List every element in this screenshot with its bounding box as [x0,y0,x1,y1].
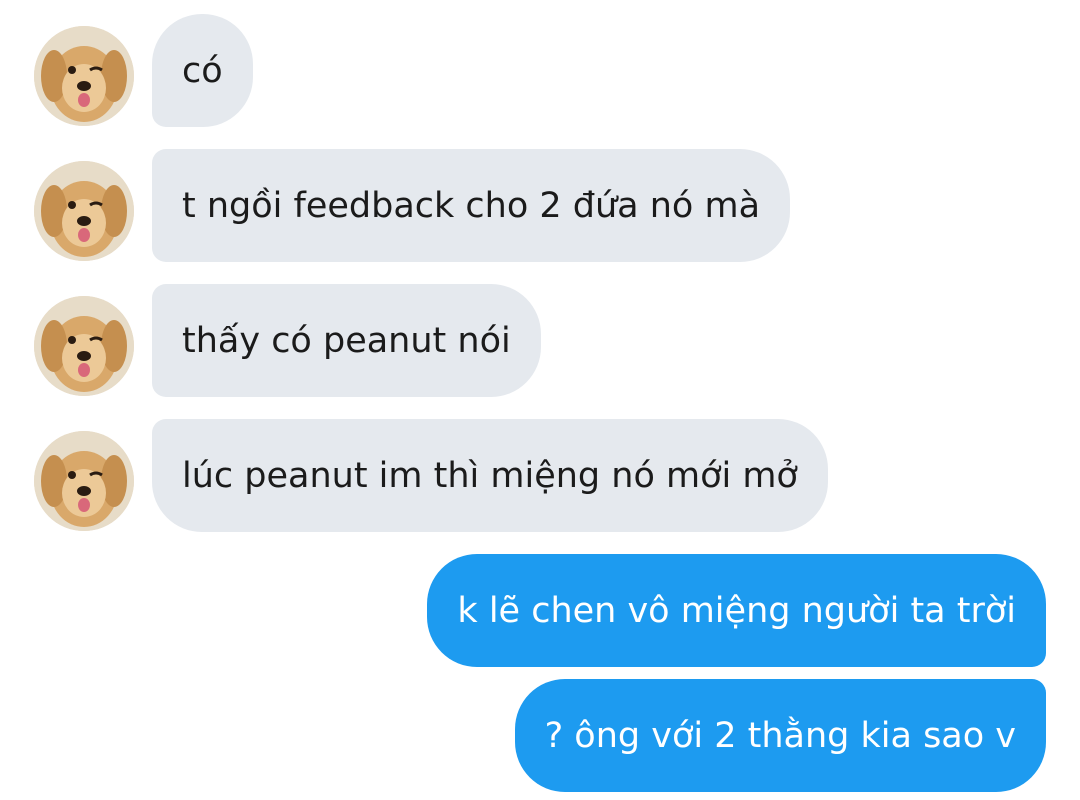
message-bubble-incoming[interactable]: lúc peanut im thì miệng nó mới mở [152,419,828,532]
message-bubble-outgoing[interactable]: k lẽ chen vô miệng người ta trời [427,554,1046,667]
dog-avatar-icon [34,161,134,261]
avatar[interactable] [34,161,134,261]
message-text: có [182,50,223,91]
avatar[interactable] [34,431,134,531]
message-text: t ngồi feedback cho 2 đứa nó mà [182,185,761,226]
avatar[interactable] [34,26,134,126]
message-text: thấy có peanut nói [182,320,511,361]
avatar[interactable] [34,296,134,396]
message-text: k lẽ chen vô miệng người ta trời [457,590,1016,631]
message-bubble-incoming[interactable]: thấy có peanut nói [152,284,541,397]
message-bubble-incoming[interactable]: t ngồi feedback cho 2 đứa nó mà [152,149,791,262]
dog-avatar-icon [34,431,134,531]
dog-avatar-icon [34,26,134,126]
message-bubble-outgoing[interactable]: ? ông với 2 thằng kia sao v [514,679,1046,792]
message-text: lúc peanut im thì miệng nó mới mở [182,455,798,496]
message-text: ? ông với 2 thằng kia sao v [544,715,1016,756]
message-bubble-incoming[interactable]: có [152,14,253,127]
dog-avatar-icon [34,296,134,396]
